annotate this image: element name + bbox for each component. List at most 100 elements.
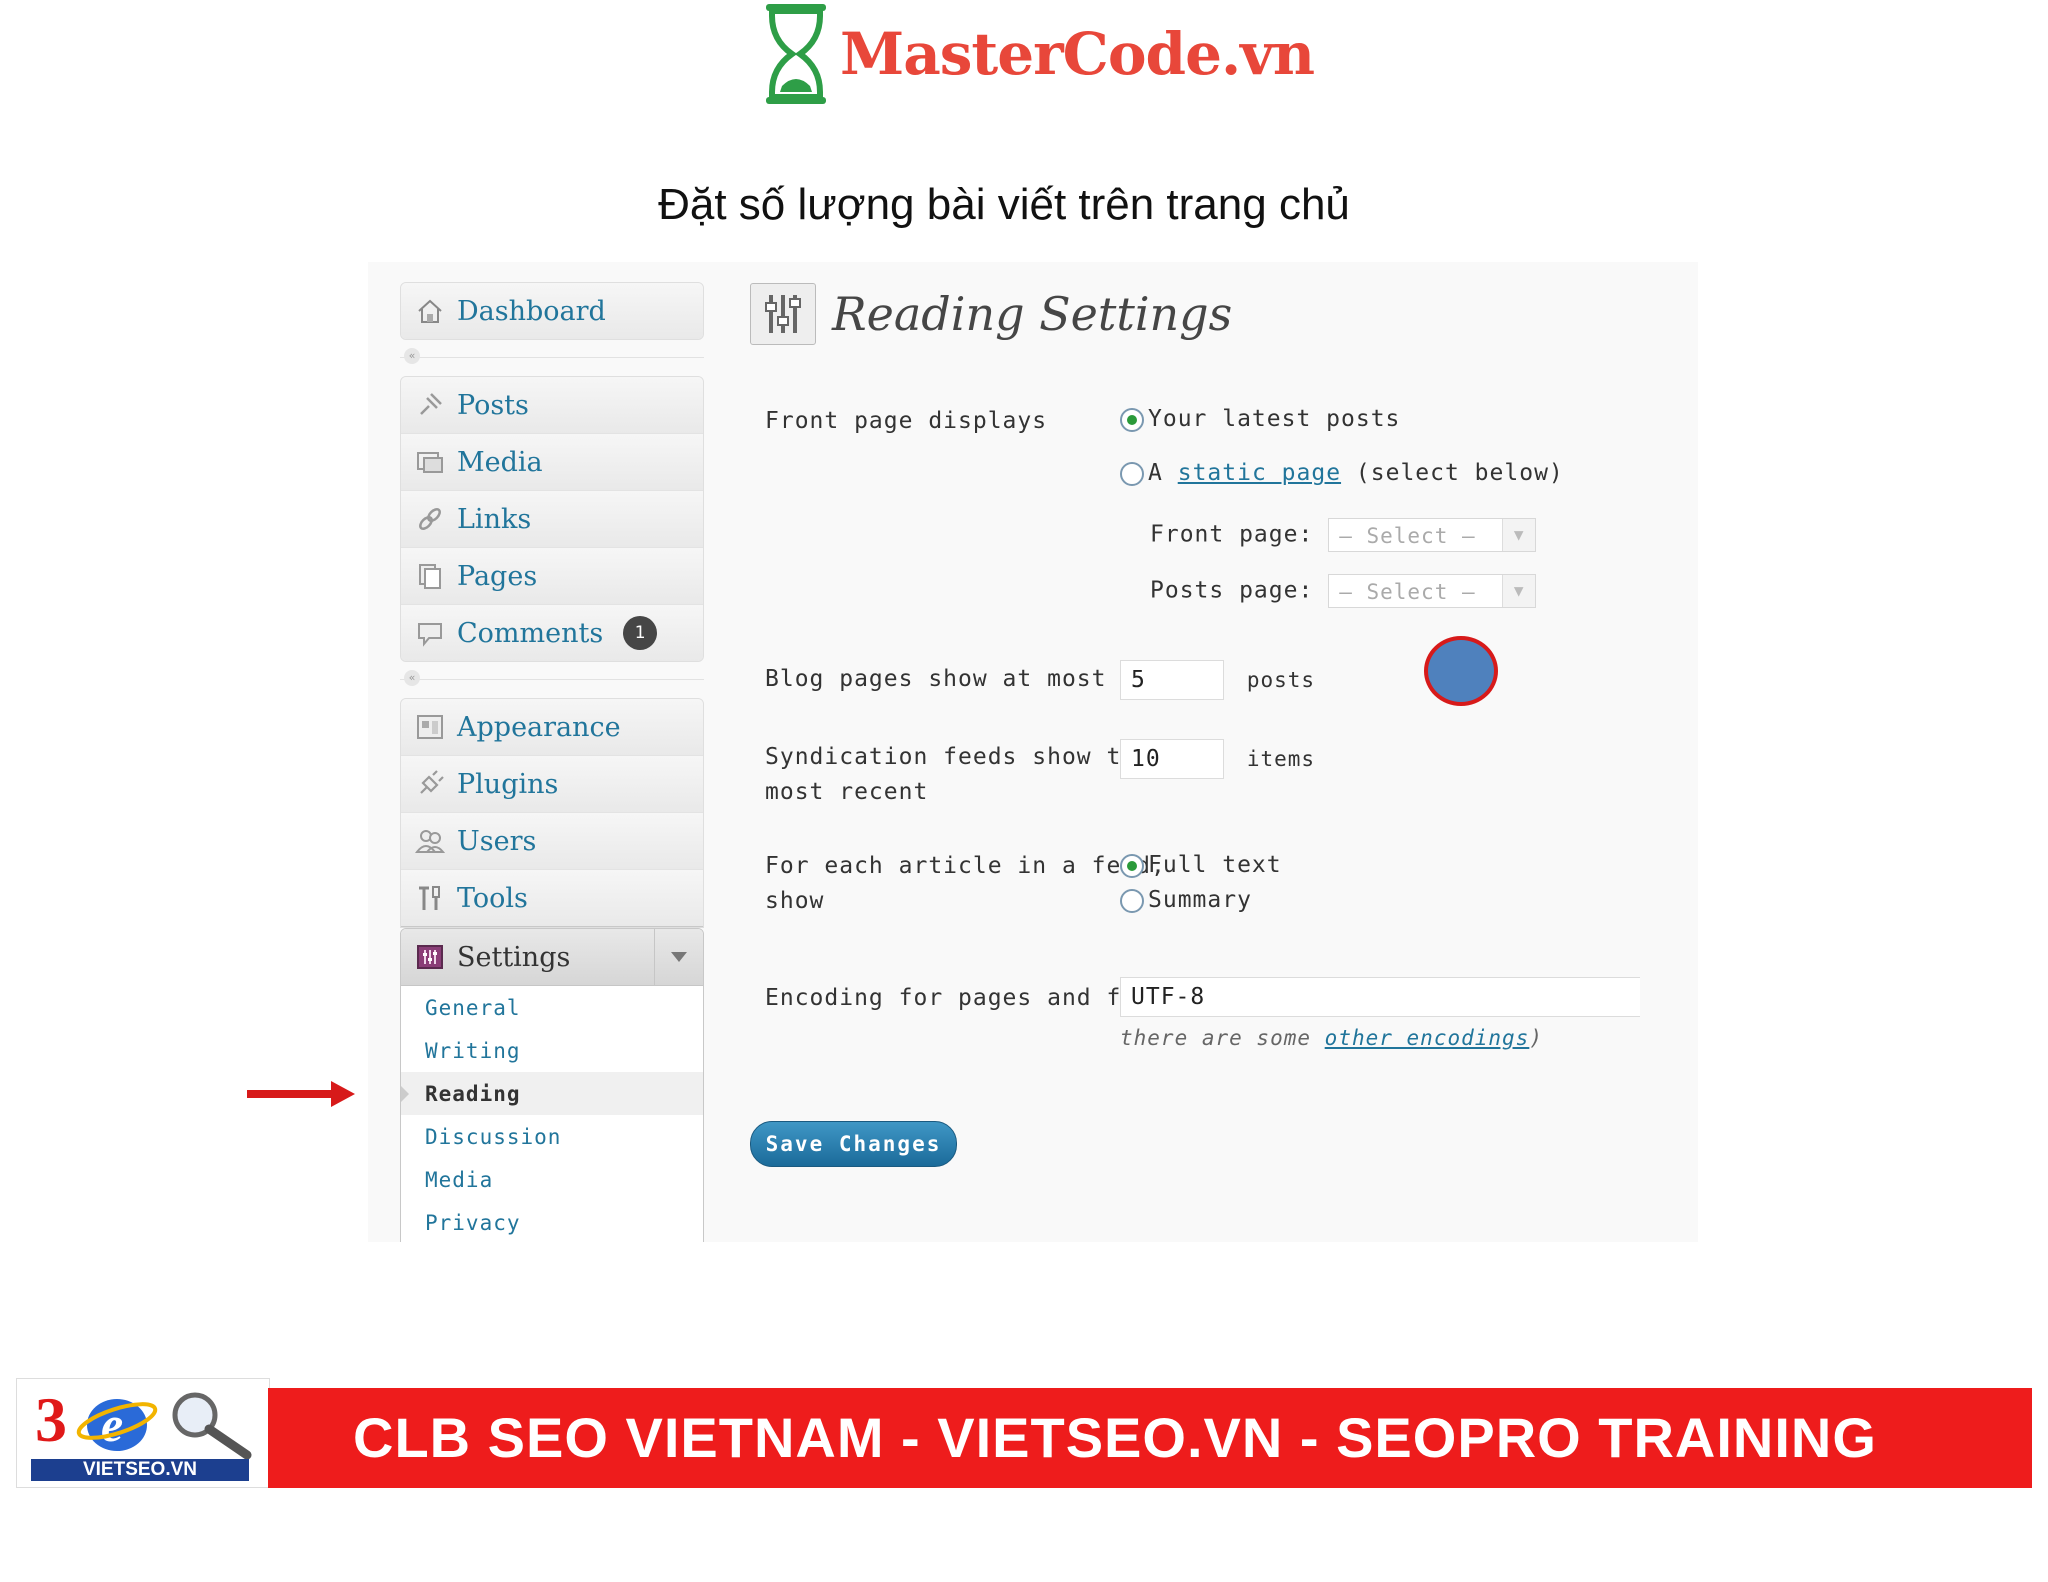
menu-item-pages[interactable]: Pages <box>401 548 703 605</box>
encoding-row: UTF-8 <box>1120 977 1640 1017</box>
menu-item-label: Pages <box>457 560 538 592</box>
chevron-down-icon: ▼ <box>1502 519 1536 551</box>
users-icon <box>413 824 447 858</box>
main-content: Reading Settings Front page displays You… <box>750 282 1698 1167</box>
menu-item-label: Comments <box>457 617 604 649</box>
collapse-arrow-icon[interactable]: « <box>404 348 420 364</box>
posts-unit: posts <box>1246 667 1316 692</box>
collapse-arrow-icon[interactable]: « <box>404 670 420 686</box>
footer-banner: CLB SEO VIETNAM - VIETSEO.VN - SEOPRO TR… <box>268 1388 2032 1488</box>
page-title: Reading Settings <box>832 287 1233 341</box>
menu-separator: « <box>400 346 704 368</box>
menu-group-dashboard: Dashboard <box>400 282 704 340</box>
settings-icon <box>413 940 447 974</box>
highlight-circle <box>1424 636 1498 706</box>
menu-item-media[interactable]: Media <box>401 434 703 491</box>
syndication-row: 10 items <box>1120 739 1315 779</box>
menu-item-plugins[interactable]: Plugins <box>401 756 703 813</box>
encoding-input[interactable]: UTF-8 <box>1120 977 1640 1017</box>
menu-separator: « <box>400 668 704 690</box>
chevron-down-icon: ▼ <box>1502 575 1536 607</box>
option-full-text[interactable]: Full text <box>1120 852 1282 878</box>
comment-icon <box>413 616 447 650</box>
radio-full-text[interactable] <box>1120 853 1144 878</box>
front-page-select-row: Front page: — Select — ▼ <box>1150 518 1537 552</box>
hint-prefix: there are some <box>1120 1026 1312 1050</box>
admin-menu: Dashboard « Posts Media Links Pages Comm… <box>400 282 704 1242</box>
syndication-label: Syndication feeds show the most recent <box>765 740 1151 810</box>
submenu-writing[interactable]: Writing <box>401 1029 703 1072</box>
menu-item-users[interactable]: Users <box>401 813 703 870</box>
radio-summary[interactable] <box>1120 888 1144 913</box>
radio-static-page[interactable] <box>1120 461 1144 486</box>
label-line: show <box>765 888 825 914</box>
menu-item-label: Links <box>457 503 532 535</box>
home-icon <box>413 294 447 328</box>
submenu-media[interactable]: Media <box>401 1158 703 1201</box>
posts-page-select-row: Posts page: — Select — ▼ <box>1150 574 1537 608</box>
svg-text:3: 3 <box>35 1384 67 1455</box>
menu-item-settings[interactable]: Settings <box>401 929 703 986</box>
tools-icon <box>413 881 447 915</box>
menu-item-dashboard[interactable]: Dashboard <box>401 283 703 339</box>
mastercode-logo: MasterCode.vn <box>760 0 1315 108</box>
front-page-select[interactable]: — Select — ▼ <box>1328 518 1537 552</box>
label-line: Syndication feeds show the <box>765 744 1152 770</box>
feed-article-label: For each article in a feed, show <box>765 849 1166 919</box>
menu-item-appearance[interactable]: Appearance <box>401 699 703 756</box>
chevron-down-icon[interactable] <box>654 929 703 985</box>
menu-item-posts[interactable]: Posts <box>401 377 703 434</box>
plugin-icon <box>413 767 447 801</box>
page-header: Reading Settings <box>750 282 1698 346</box>
footer-banner-text: CLB SEO VIETNAM - VIETSEO.VN - SEOPRO TR… <box>353 1406 1877 1469</box>
menu-item-tools[interactable]: Tools <box>401 870 703 927</box>
brand-name: MasterCode.vn <box>840 20 1315 88</box>
encoding-label: Encoding for pages and feeds <box>765 985 1181 1011</box>
menu-item-label: Appearance <box>457 711 621 743</box>
svg-text:e: e <box>101 1396 123 1452</box>
encoding-hint: there are some other encodings) <box>1120 1026 1543 1050</box>
slide-title: Đặt số lượng bài viết trên trang chủ <box>658 180 1350 229</box>
submenu-discussion[interactable]: Discussion <box>401 1115 703 1158</box>
menu-item-label: Settings <box>457 941 571 973</box>
option-latest-posts[interactable]: Your latest posts <box>1120 406 1400 432</box>
posts-page-label: Posts page: <box>1150 577 1314 604</box>
hint-suffix: ) <box>1529 1026 1543 1050</box>
menu-item-comments[interactable]: Comments 1 <box>401 605 703 661</box>
option-label: Your latest posts <box>1148 406 1401 432</box>
vietseo-logo-text: VIETSEO.VN <box>31 1459 249 1481</box>
submenu-privacy[interactable]: Privacy <box>401 1201 703 1242</box>
submenu-general[interactable]: General <box>401 986 703 1029</box>
menu-item-label: Tools <box>457 882 528 914</box>
seo-logo-icon: 3 e <box>35 1384 252 1460</box>
menu-item-label: Users <box>457 825 537 857</box>
link-icon <box>413 502 447 536</box>
other-encodings-link[interactable]: other encodings <box>1325 1026 1530 1050</box>
option-label: Full text <box>1148 852 1282 878</box>
posts-per-rss-input[interactable]: 10 <box>1120 739 1224 779</box>
settings-page-icon <box>750 283 816 345</box>
select-placeholder: — Select — <box>1339 580 1476 604</box>
submenu-reading[interactable]: Reading <box>401 1072 703 1115</box>
menu-item-label: Posts <box>457 389 529 421</box>
radio-latest-posts[interactable] <box>1120 407 1144 432</box>
option-prefix: A <box>1148 460 1163 486</box>
hourglass-icon <box>766 4 826 104</box>
media-icon <box>413 445 447 479</box>
front-page-label: Front page: <box>1150 521 1314 548</box>
menu-item-label: Media <box>457 446 543 478</box>
option-summary[interactable]: Summary <box>1120 887 1252 913</box>
posts-per-page-input[interactable]: 5 <box>1120 660 1224 700</box>
menu-group-content: Posts Media Links Pages Comments 1 <box>400 376 704 662</box>
blog-pages-label: Blog pages show at most <box>765 666 1107 692</box>
option-static-page[interactable]: A static page (select below) <box>1120 460 1564 486</box>
static-page-link[interactable]: static page <box>1178 460 1341 486</box>
settings-menu: Settings General Writing Reading Discuss… <box>400 928 704 1242</box>
posts-page-select[interactable]: — Select — ▼ <box>1328 574 1537 608</box>
front-page-displays-label: Front page displays <box>765 408 1048 434</box>
save-changes-button[interactable]: Save Changes <box>750 1121 957 1167</box>
menu-item-links[interactable]: Links <box>401 491 703 548</box>
pin-icon <box>413 388 447 422</box>
blog-pages-row: 5 posts <box>1120 660 1315 700</box>
select-placeholder: — Select — <box>1339 524 1476 548</box>
